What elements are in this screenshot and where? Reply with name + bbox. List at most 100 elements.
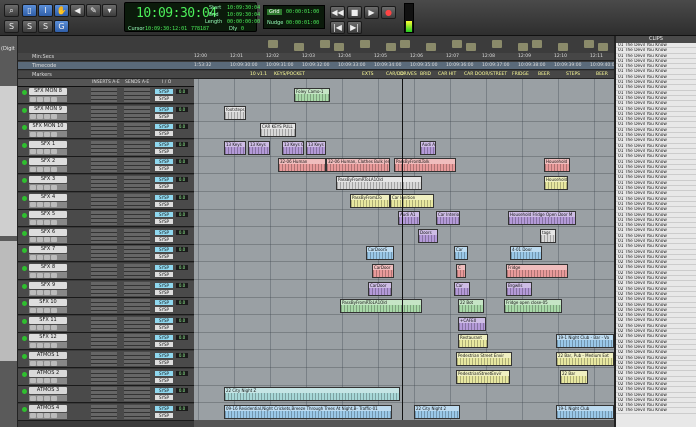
mute-button[interactable] — [51, 413, 57, 418]
inserts-slots[interactable] — [91, 88, 117, 102]
length-value[interactable]: 00:00:00:00 — [227, 19, 260, 25]
scrub-tool-icon[interactable]: ◀ — [70, 4, 85, 17]
track-active-icon[interactable] — [22, 108, 27, 113]
inserts-slots[interactable] — [91, 299, 117, 313]
track-buttons[interactable] — [29, 325, 67, 331]
solo-button[interactable] — [44, 361, 50, 366]
track-name[interactable]: SFX 1 — [29, 141, 67, 148]
audio-clip[interactable]: 13 Keys Gr — [282, 141, 304, 155]
output-selector[interactable]: SYSP — [155, 388, 173, 393]
input-selector[interactable]: SYSP — [155, 237, 173, 242]
track-header[interactable]: SFX 10.0SYSPSYSP — [18, 140, 194, 157]
track-active-icon[interactable] — [22, 372, 27, 377]
solo-button[interactable] — [44, 97, 50, 102]
input-monitor-button[interactable] — [37, 114, 43, 119]
output-selector[interactable]: SYSP — [155, 265, 173, 270]
mute-button[interactable] — [51, 255, 57, 260]
main-counter-display[interactable]: 10:09:30:04 Start End Length 10:09:30:04… — [124, 2, 257, 32]
sends-slots[interactable] — [124, 282, 150, 296]
output-selector[interactable]: SYSP — [155, 300, 173, 305]
mute-button[interactable] — [51, 114, 57, 119]
input-selector[interactable]: SYSP — [155, 342, 173, 347]
mute-button[interactable] — [51, 185, 57, 190]
track-header[interactable]: ATMOS 20.0SYSPSYSP — [18, 369, 194, 386]
record-enable-button[interactable] — [30, 343, 36, 348]
track-name[interactable]: SFX 7 — [29, 246, 67, 253]
input-selector[interactable]: SYSP — [155, 96, 173, 101]
output-selector[interactable]: SYSP — [155, 406, 173, 411]
input-selector[interactable]: SYSP — [155, 166, 173, 171]
solo-button[interactable] — [44, 220, 50, 225]
rewind-icon[interactable]: ◀◀ — [330, 6, 345, 19]
stop-icon[interactable]: ■ — [347, 6, 362, 19]
track-active-icon[interactable] — [22, 389, 27, 394]
audio-clip[interactable]: Doors — [418, 229, 438, 243]
mute-button[interactable] — [51, 167, 57, 172]
track-lane[interactable] — [194, 122, 614, 139]
trim-tool-icon[interactable]: ▯ — [22, 4, 37, 17]
mute-button[interactable] — [51, 396, 57, 401]
audio-clip[interactable]: Car Interior — [436, 211, 460, 225]
audio-clip[interactable]: 19-1 Night Club - Bar - Va — [556, 334, 614, 348]
track-buttons[interactable] — [29, 131, 67, 137]
sends-slots[interactable] — [124, 229, 150, 243]
inserts-slots[interactable] — [91, 106, 117, 120]
input-monitor-button[interactable] — [37, 378, 43, 383]
playhead-cursor[interactable] — [402, 79, 403, 427]
audio-clip[interactable]: PassByFromLTo — [350, 194, 390, 208]
audio-clip[interactable]: Car — [454, 246, 468, 260]
audio-clip[interactable]: Household — [544, 176, 568, 190]
track-active-icon[interactable] — [22, 284, 27, 289]
go-to-end-icon[interactable]: ▶| — [347, 21, 362, 34]
record-enable-button[interactable] — [30, 361, 36, 366]
mute-button[interactable] — [51, 237, 57, 242]
input-selector[interactable]: SYSP — [155, 395, 173, 400]
output-selector[interactable]: SYSP — [155, 353, 173, 358]
mute-button[interactable] — [51, 149, 57, 154]
solo-button[interactable] — [44, 255, 50, 260]
groups-pane[interactable] — [0, 241, 17, 361]
track-header[interactable]: ATMOS 40.0SYSPSYSP — [18, 404, 194, 421]
solo-button[interactable] — [44, 343, 50, 348]
track-buttons[interactable] — [29, 237, 67, 243]
nudge-label[interactable]: Nudge — [267, 20, 283, 26]
inserts-slots[interactable] — [91, 370, 117, 384]
track-buttons[interactable] — [29, 166, 67, 172]
track-header[interactable]: SFX 30.0SYSPSYSP — [18, 175, 194, 192]
track-name[interactable]: SFX 4 — [29, 194, 67, 201]
solo-button[interactable] — [44, 114, 50, 119]
mute-button[interactable] — [51, 343, 57, 348]
record-enable-button[interactable] — [30, 220, 36, 225]
mute-button[interactable] — [51, 378, 57, 383]
marker-label[interactable]: FRIDGE — [512, 72, 529, 77]
input-monitor-button[interactable] — [37, 237, 43, 242]
record-enable-button[interactable] — [30, 308, 36, 313]
track-header[interactable]: SFX 100.0SYSPSYSP — [18, 298, 194, 315]
track-active-icon[interactable] — [22, 143, 27, 148]
output-selector[interactable]: SYSP — [155, 124, 173, 129]
input-selector[interactable]: SYSP — [155, 254, 173, 259]
input-monitor-button[interactable] — [37, 185, 43, 190]
audio-clip[interactable]: CAR KEYS PULL — [260, 123, 296, 137]
audio-clip[interactable]: 32-06 Human, Clothes Bulk Jer — [326, 158, 390, 172]
output-selector[interactable]: SYSP — [155, 247, 173, 252]
record-enable-button[interactable] — [30, 273, 36, 278]
solo-button[interactable] — [44, 237, 50, 242]
solo-button[interactable] — [44, 273, 50, 278]
horizontal-scrollbar[interactable] — [194, 420, 614, 427]
audio-clip[interactable]: Pedestrian Street Envir — [456, 352, 512, 366]
audio-clip[interactable]: +CAFE0 — [458, 317, 486, 331]
record-enable-button[interactable] — [30, 413, 36, 418]
solo-button[interactable] — [44, 396, 50, 401]
marker-label[interactable]: EXTS — [362, 72, 373, 77]
track-header[interactable]: ATMOS 30.0SYSPSYSP — [18, 386, 194, 403]
track-active-icon[interactable] — [22, 160, 27, 165]
solo-button[interactable] — [44, 132, 50, 137]
sends-slots[interactable] — [124, 176, 150, 190]
output-selector[interactable]: SYSP — [155, 159, 173, 164]
sends-slots[interactable] — [124, 88, 150, 102]
marker-label[interactable]: BRID — [420, 72, 431, 77]
track-lane[interactable] — [194, 369, 614, 386]
input-monitor-button[interactable] — [37, 220, 43, 225]
pencil-tool-icon[interactable]: ✎ — [86, 4, 101, 17]
